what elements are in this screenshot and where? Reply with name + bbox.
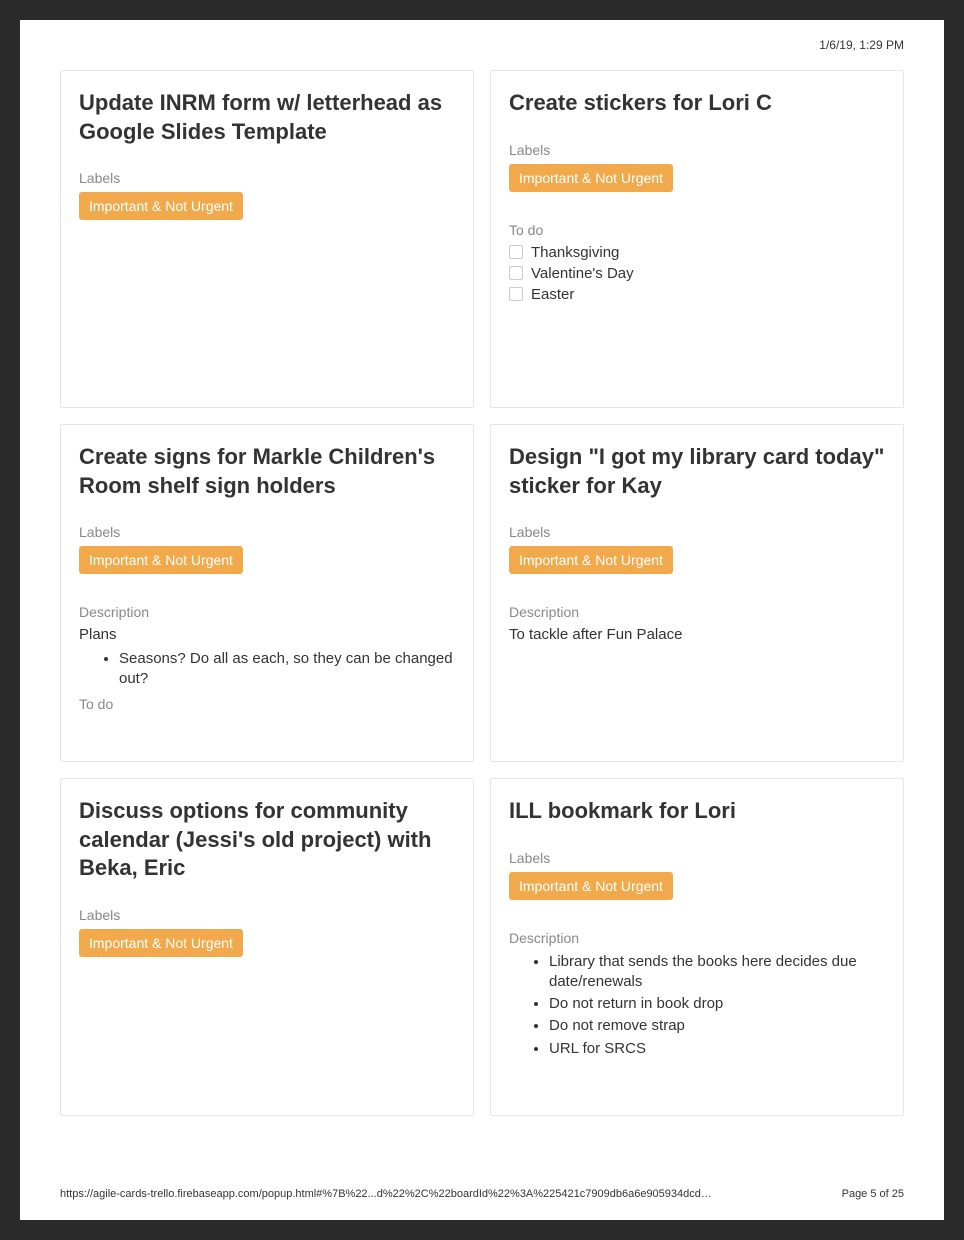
card: Create stickers for Lori C Labels Import… <box>490 70 904 408</box>
card: Discuss options for community calendar (… <box>60 778 474 1116</box>
card-title: Create signs for Markle Children's Room … <box>79 443 455 500</box>
label-chip: Important & Not Urgent <box>509 546 673 574</box>
description-heading: Description <box>509 930 885 946</box>
checkbox-icon <box>509 245 523 259</box>
card-title: Design "I got my library card today" sti… <box>509 443 885 500</box>
bullet-item: Seasons? Do all as each, so they can be … <box>119 649 455 690</box>
description-text: Plans <box>79 626 455 643</box>
checklist-item: Thanksgiving <box>509 244 885 261</box>
bullet-item: Do not remove strap <box>549 1016 885 1036</box>
footer-page: Page 5 of 25 <box>842 1188 904 1200</box>
print-footer: https://agile-cards-trello.firebaseapp.c… <box>60 1188 904 1200</box>
card: Create signs for Markle Children's Room … <box>60 424 474 762</box>
checklist: Thanksgiving Valentine's Day Easter <box>509 244 885 303</box>
labels-heading: Labels <box>509 142 885 158</box>
checklist-label: Thanksgiving <box>531 244 619 261</box>
card: ILL bookmark for Lori Labels Important &… <box>490 778 904 1116</box>
labels-heading: Labels <box>509 850 885 866</box>
card: Design "I got my library card today" sti… <box>490 424 904 762</box>
description-heading: Description <box>79 604 455 620</box>
label-chip: Important & Not Urgent <box>509 164 673 192</box>
description-text: To tackle after Fun Palace <box>509 626 885 643</box>
checkbox-icon <box>509 287 523 301</box>
card-title: Discuss options for community calendar (… <box>79 797 455 883</box>
label-chip: Important & Not Urgent <box>79 192 243 220</box>
checklist-item: Valentine's Day <box>509 265 885 282</box>
card-title: ILL bookmark for Lori <box>509 797 885 826</box>
bullet-item: Do not return in book drop <box>549 994 885 1014</box>
labels-heading: Labels <box>79 170 455 186</box>
description-heading: Description <box>509 604 885 620</box>
labels-heading: Labels <box>509 524 885 540</box>
checklist-item: Easter <box>509 286 885 303</box>
footer-url: https://agile-cards-trello.firebaseapp.c… <box>60 1188 718 1200</box>
card-title: Update INRM form w/ letterhead as Google… <box>79 89 455 146</box>
label-chip: Important & Not Urgent <box>79 546 243 574</box>
checkbox-icon <box>509 266 523 280</box>
description-bullets: Seasons? Do all as each, so they can be … <box>79 649 455 690</box>
todo-heading: To do <box>79 696 455 712</box>
todo-heading: To do <box>509 222 885 238</box>
label-chip: Important & Not Urgent <box>509 872 673 900</box>
printed-page: 1/6/19, 1:29 PM Update INRM form w/ lett… <box>20 20 944 1220</box>
description-bullets: Library that sends the books here decide… <box>509 952 885 1059</box>
labels-heading: Labels <box>79 907 455 923</box>
card-title: Create stickers for Lori C <box>509 89 885 118</box>
card: Update INRM form w/ letterhead as Google… <box>60 70 474 408</box>
print-timestamp: 1/6/19, 1:29 PM <box>60 38 904 52</box>
bullet-item: URL for SRCS <box>549 1039 885 1059</box>
checklist-label: Valentine's Day <box>531 265 634 282</box>
label-chip: Important & Not Urgent <box>79 929 243 957</box>
card-grid: Update INRM form w/ letterhead as Google… <box>60 70 904 1116</box>
checklist-label: Easter <box>531 286 574 303</box>
labels-heading: Labels <box>79 524 455 540</box>
bullet-item: Library that sends the books here decide… <box>549 952 885 993</box>
